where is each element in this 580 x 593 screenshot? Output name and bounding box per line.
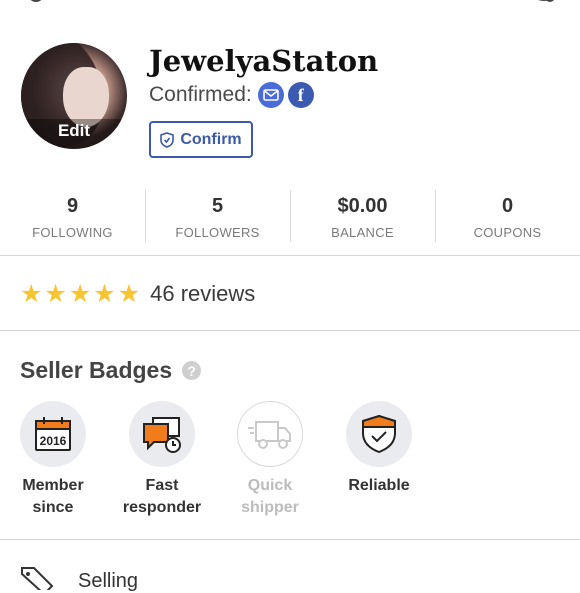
selling-row[interactable]: Selling <box>20 562 138 593</box>
badge-label-line1: Reliable <box>348 477 410 494</box>
badge-label-line2: responder <box>122 499 202 516</box>
avatar-edit-label[interactable]: Edit <box>21 119 127 149</box>
stat-value: 0 <box>501 195 514 217</box>
badge-member-since[interactable]: 2016 Member since <box>0 401 108 519</box>
badge-label: Member since <box>0 475 108 519</box>
help-icon[interactable]: ? <box>182 361 202 380</box>
rating-row[interactable]: ★ ★ ★ ★ ★ 46 reviews <box>20 281 255 307</box>
eye-icon[interactable] <box>528 0 560 10</box>
avatar[interactable]: Edit <box>21 43 127 149</box>
confirmed-label: Confirmed: <box>149 83 252 106</box>
stats-bar: 9 FOLLOWING 5 FOLLOWERS $0.00 BALANCE 0 … <box>0 190 580 242</box>
calendar-year: 2016 <box>40 434 67 448</box>
stat-value: 5 <box>211 195 224 217</box>
badge-label: Fast responder <box>107 475 217 519</box>
confirm-button[interactable]: Confirm <box>149 121 253 158</box>
divider <box>0 255 580 256</box>
facebook-icon: f <box>287 82 314 108</box>
shield-check-icon <box>362 414 396 454</box>
calendar-icon: 2016 <box>35 417 71 451</box>
badge-label-line2: shipper <box>241 499 299 516</box>
confirm-button-label: Confirm <box>180 130 242 148</box>
badge-label-line1: Member <box>22 477 84 494</box>
badge-fast-responder[interactable]: Fast responder <box>107 401 217 519</box>
stat-label: COUPONS <box>473 225 542 240</box>
star-icon: ★ <box>68 279 92 308</box>
star-icon: ★ <box>93 279 116 308</box>
username: JewelyaStaton <box>149 44 379 78</box>
divider <box>0 539 580 540</box>
seller-badges-title: Seller Badges ? <box>20 357 202 384</box>
star-icon: ★ <box>20 279 43 308</box>
badge-circle <box>129 401 195 467</box>
star-icon: ★ <box>117 279 141 308</box>
gear-icon[interactable] <box>24 0 48 10</box>
stat-following[interactable]: 9 FOLLOWING <box>0 190 145 242</box>
confirmed-row: Confirmed: f <box>149 82 314 108</box>
avatar-face <box>63 67 109 127</box>
badge-label-line1: Fast <box>145 477 179 494</box>
tag-icon <box>21 566 54 590</box>
badge-reliable[interactable]: Reliable <box>324 401 434 497</box>
badge-circle <box>346 401 412 467</box>
chat-clock-icon <box>143 417 181 453</box>
stat-label: FOLLOWERS <box>175 225 260 240</box>
stat-followers[interactable]: 5 FOLLOWERS <box>145 190 290 242</box>
badge-quick-shipper[interactable]: Quick shipper <box>215 401 325 519</box>
stat-coupons[interactable]: 0 COUPONS <box>435 190 580 242</box>
badge-label-line2: since <box>32 499 74 516</box>
badge-label-line1: Quick <box>247 477 293 494</box>
star-icon: ★ <box>44 279 67 308</box>
stat-label: FOLLOWING <box>32 225 113 240</box>
seller-badges-label: Seller Badges <box>20 357 173 383</box>
selling-label: Selling <box>78 570 139 592</box>
email-icon <box>257 82 284 108</box>
badge-circle <box>237 401 303 467</box>
stat-balance[interactable]: $0.00 BALANCE <box>290 190 435 242</box>
badge-label: Reliable <box>324 475 434 497</box>
divider <box>0 330 580 331</box>
shield-icon <box>160 131 175 148</box>
badge-circle: 2016 <box>20 401 86 467</box>
badge-label: Quick shipper <box>215 475 325 519</box>
stat-label: BALANCE <box>331 225 394 240</box>
stat-value: $0.00 <box>337 195 388 217</box>
stat-value: 9 <box>66 195 79 217</box>
reviews-count: 46 reviews <box>150 281 256 306</box>
truck-icon <box>248 421 291 449</box>
